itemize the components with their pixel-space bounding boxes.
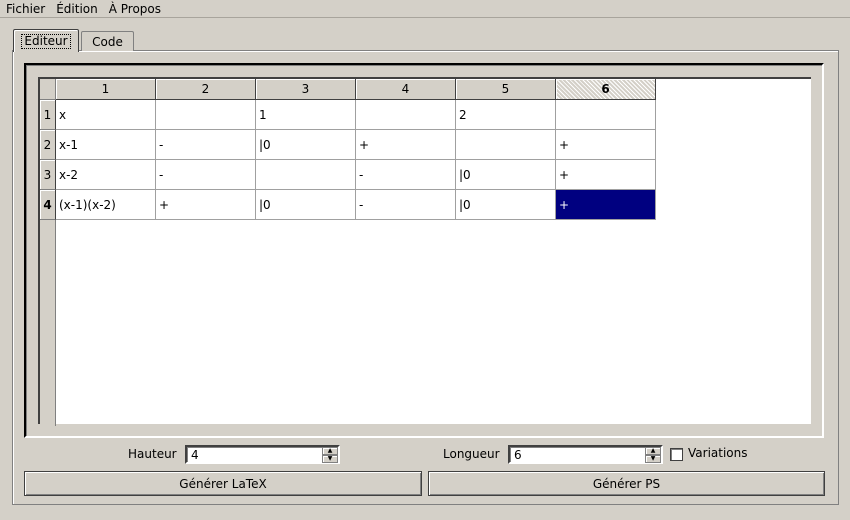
table-cell-r3-c4[interactable]: - [356,160,456,190]
sign-table-grid[interactable]: 1 2 3 4 5 6 1 x 1 2 2 x-1- |0 + +3 x-2- - |0 +4 (x-1)(x-2) +… [38,77,811,426]
longueur-down-button[interactable]: ▼ [645,455,661,463]
longueur-spinbox[interactable]: 6 ▲ ▼ [508,445,663,464]
longueur-label: Longueur [443,447,500,461]
variations-checkbox[interactable] [670,448,683,461]
generate-ps-label: Générer PS [592,476,661,491]
table-cell-r1-c6[interactable] [556,100,656,130]
table-cell-r2-c6[interactable]: + [556,130,656,160]
column-header-3[interactable]: 3 [256,79,356,100]
column-header-2[interactable]: 2 [156,79,256,100]
table-cell-r4-c4[interactable]: - [356,190,456,220]
spin-up-icon: ▲ [650,447,656,454]
tab-editeur-label: Editeur [21,33,71,49]
table-cell-r2-c2[interactable]: - [156,130,256,160]
column-header-1[interactable]: 1 [56,79,156,100]
spin-down-icon: ▼ [327,455,333,462]
row-header-1[interactable]: 1 [40,100,56,130]
tab-editeur[interactable]: Editeur [13,29,79,52]
table-cell-r1-c3[interactable]: 1 [256,100,356,130]
longueur-up-button[interactable]: ▲ [645,447,661,455]
spin-down-icon: ▼ [650,455,656,462]
spin-up-icon: ▲ [327,447,333,454]
table-cell-r2-c4[interactable]: + [356,130,456,160]
hauteur-value: 4 [191,448,199,462]
menu-fichier[interactable]: Fichier [0,1,50,17]
table-cell-r2-c1[interactable]: x-1 [56,130,156,160]
hauteur-up-button[interactable]: ▲ [322,447,338,455]
tab-code[interactable]: Code [81,31,134,51]
menu-a-propos[interactable]: À Propos [103,1,166,17]
table-cell-r4-c1[interactable]: (x-1)(x-2) [56,190,156,220]
generate-latex-button[interactable]: Générer LaTeX [24,471,422,496]
generate-ps-button[interactable]: Générer PS [428,471,825,496]
row-header-2[interactable]: 2 [40,130,56,160]
row-header-3[interactable]: 3 [40,160,56,190]
table-cell-r3-c6[interactable]: + [556,160,656,190]
column-header-5[interactable]: 5 [456,79,556,100]
row-header-4[interactable]: 4 [40,190,56,220]
table-cell-r3-c5[interactable]: |0 [456,160,556,190]
menu-edition[interactable]: Édition [50,1,103,17]
column-header-4[interactable]: 4 [356,79,456,100]
table-cell-r1-c4[interactable] [356,100,456,130]
column-header-6[interactable]: 6 [556,79,656,100]
table-cell-r3-c2[interactable]: - [156,160,256,190]
generate-latex-label: Générer LaTeX [179,476,267,491]
table-cell-r3-c1[interactable]: x-2 [56,160,156,190]
variations-label: Variations [688,446,748,460]
table-cell-r2-c5[interactable] [456,130,556,160]
table-corner [40,79,56,100]
tab-code-label: Code [92,34,123,49]
table-cell-r1-c1[interactable]: x [56,100,156,130]
menu-bar: Fichier Édition À Propos [0,0,850,18]
row-header-filler [40,220,56,426]
table-cell-r4-c6[interactable]: + [556,190,656,220]
hauteur-down-button[interactable]: ▼ [322,455,338,463]
table-cell-r4-c3[interactable]: |0 [256,190,356,220]
longueur-value: 6 [514,448,522,462]
table-cell-r1-c5[interactable]: 2 [456,100,556,130]
hauteur-label: Hauteur [128,447,177,461]
hauteur-spinbox[interactable]: 4 ▲ ▼ [185,445,340,464]
table-cell-r1-c2[interactable] [156,100,256,130]
table-cell-r4-c2[interactable]: + [156,190,256,220]
table-cell-r2-c3[interactable]: |0 [256,130,356,160]
table-cell-r4-c5[interactable]: |0 [456,190,556,220]
table-cell-r3-c3[interactable] [256,160,356,190]
